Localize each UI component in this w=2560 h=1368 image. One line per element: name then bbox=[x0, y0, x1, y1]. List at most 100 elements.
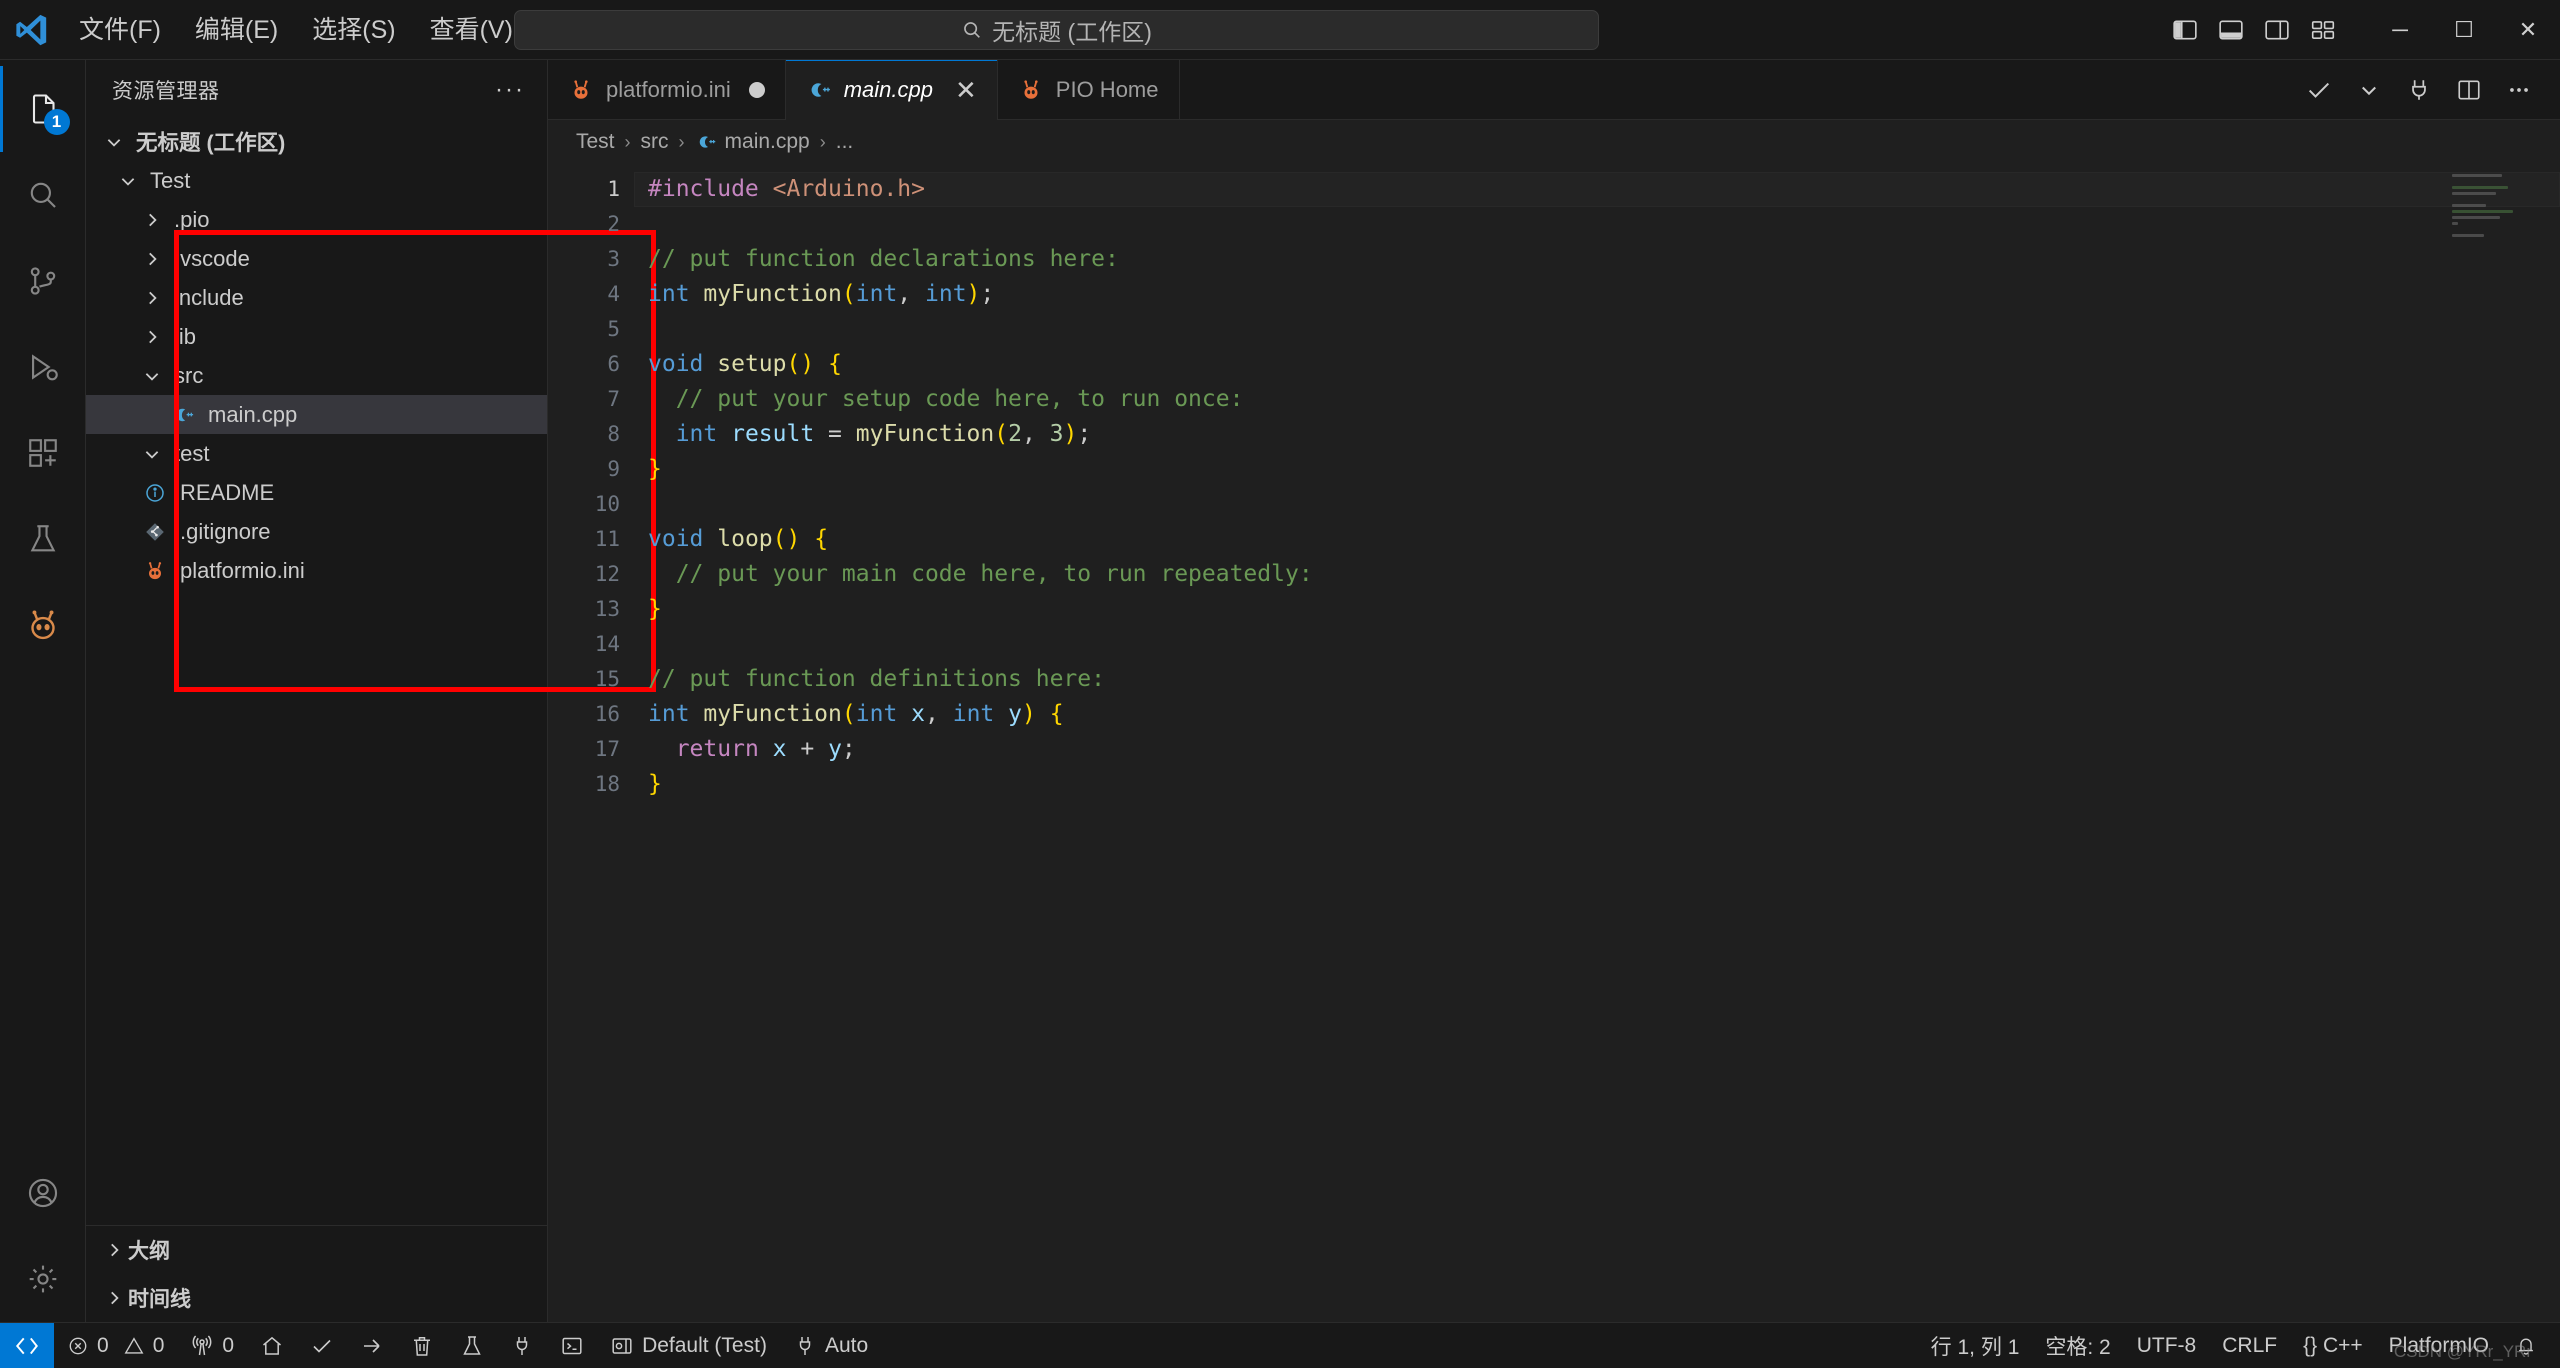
code-line[interactable]: // put your setup code here, to run once… bbox=[634, 382, 2560, 417]
sidebar-section-timeline[interactable]: 时间线 bbox=[86, 1274, 547, 1322]
menu-view[interactable]: 查看(V) bbox=[413, 9, 530, 51]
toggle-primary-sidebar-icon[interactable] bbox=[2162, 10, 2208, 50]
code-line[interactable]: int result = myFunction(2, 3); bbox=[634, 417, 2560, 452]
sidebar-item-search[interactable] bbox=[0, 152, 86, 238]
toggle-panel-icon[interactable] bbox=[2208, 10, 2254, 50]
code-line[interactable]: void loop() { bbox=[634, 522, 2560, 557]
status-encoding[interactable]: UTF-8 bbox=[2124, 1323, 2210, 1368]
code-line[interactable] bbox=[634, 627, 2560, 662]
code-line[interactable]: // put your main code here, to run repea… bbox=[634, 557, 2560, 592]
minimap[interactable] bbox=[2452, 174, 2532, 254]
breadcrumb-item-symbol[interactable]: ... bbox=[836, 130, 854, 154]
code-token: 2 bbox=[1008, 421, 1022, 447]
breadcrumb-item-src[interactable]: src bbox=[641, 130, 669, 154]
breadcrumb-item-file[interactable]: main.cpp bbox=[725, 130, 810, 154]
status-pio-clean[interactable] bbox=[397, 1323, 447, 1368]
line-number: 12 bbox=[548, 557, 620, 592]
tree-item-test[interactable]: Test bbox=[86, 161, 547, 200]
status-pio-home[interactable] bbox=[247, 1323, 297, 1368]
code-line[interactable]: } bbox=[634, 452, 2560, 487]
code-line[interactable]: } bbox=[634, 767, 2560, 802]
code-line[interactable] bbox=[634, 207, 2560, 242]
tab-platformio-ini[interactable]: platformio.ini bbox=[548, 60, 786, 120]
tree-item-main-cpp[interactable]: main.cpp bbox=[86, 395, 547, 434]
sidebar-item-testing[interactable] bbox=[0, 496, 86, 582]
tree-item-vscode[interactable]: .vscode bbox=[86, 239, 547, 278]
sidebar-item-platformio[interactable] bbox=[0, 582, 86, 668]
sidebar-item-source-control[interactable] bbox=[0, 238, 86, 324]
check-icon[interactable] bbox=[2296, 67, 2342, 113]
code-editor[interactable]: 123456789101112131415161718 #include <Ar… bbox=[548, 164, 2560, 1322]
remote-window-icon[interactable] bbox=[0, 1323, 54, 1368]
sidebar-item-run-and-debug[interactable] bbox=[0, 324, 86, 410]
editor-scrollbar[interactable] bbox=[2540, 164, 2560, 1322]
code-line[interactable] bbox=[634, 312, 2560, 347]
accounts-icon[interactable] bbox=[0, 1150, 86, 1236]
tree-item-pio[interactable]: .pio bbox=[86, 200, 547, 239]
tab-pio-home[interactable]: PIO Home bbox=[998, 60, 1180, 120]
customize-layout-icon[interactable] bbox=[2300, 10, 2346, 50]
status-pio-new-terminal[interactable] bbox=[547, 1323, 597, 1368]
code-line[interactable]: // put function declarations here: bbox=[634, 242, 2560, 277]
status-pio-project-env[interactable]: Default (Test) bbox=[597, 1323, 780, 1368]
status-eol[interactable]: CRLF bbox=[2209, 1323, 2290, 1368]
code-line[interactable]: #include <Arduino.h> bbox=[634, 172, 2560, 207]
code-line[interactable]: void setup() { bbox=[634, 347, 2560, 382]
status-pio-build[interactable] bbox=[297, 1323, 347, 1368]
menu-select[interactable]: 选择(S) bbox=[295, 9, 412, 51]
line-number: 10 bbox=[548, 487, 620, 522]
toggle-secondary-sidebar-icon[interactable] bbox=[2254, 10, 2300, 50]
status-ports[interactable]: 0 bbox=[177, 1323, 247, 1368]
code-token: { bbox=[1050, 701, 1064, 727]
tree-item-include[interactable]: include bbox=[86, 278, 547, 317]
status-pio-serial-monitor[interactable] bbox=[497, 1323, 547, 1368]
code-line[interactable]: int myFunction(int, int); bbox=[634, 277, 2560, 312]
plug-icon[interactable] bbox=[2396, 67, 2442, 113]
status-pio-upload[interactable] bbox=[347, 1323, 397, 1368]
code-content[interactable]: #include <Arduino.h> // put function dec… bbox=[634, 164, 2560, 1322]
code-token: // put function declarations here: bbox=[648, 246, 1119, 272]
command-center-search[interactable]: 无标题 (工作区) bbox=[514, 10, 1599, 50]
code-token bbox=[759, 736, 773, 762]
sidebar-item-extensions[interactable] bbox=[0, 410, 86, 496]
tree-item-lib[interactable]: lib bbox=[86, 317, 547, 356]
status-problems[interactable]: 0 0 bbox=[54, 1323, 177, 1368]
code-line[interactable] bbox=[634, 487, 2560, 522]
chevron-down-icon[interactable] bbox=[2346, 67, 2392, 113]
chevron-right-icon bbox=[138, 211, 166, 229]
tree-item-readme[interactable]: README bbox=[86, 473, 547, 512]
sidebar-section-outline[interactable]: 大纲 bbox=[86, 1226, 547, 1274]
code-line[interactable]: int myFunction(int x, int y) { bbox=[634, 697, 2560, 732]
code-line[interactable]: return x + y; bbox=[634, 732, 2560, 767]
code-line[interactable]: // put function definitions here: bbox=[634, 662, 2560, 697]
status-pio-test[interactable] bbox=[447, 1323, 497, 1368]
status-indentation[interactable]: 空格: 2 bbox=[2032, 1323, 2123, 1368]
code-token: ( bbox=[842, 281, 856, 307]
status-cursor-position[interactable]: 行 1, 列 1 bbox=[1918, 1323, 2033, 1368]
window-close-button[interactable]: ✕ bbox=[2496, 0, 2560, 60]
sidebar-more-actions[interactable]: ··· bbox=[495, 76, 525, 104]
sidebar-bottom-sections: 大纲 时间线 bbox=[86, 1225, 547, 1322]
window-minimize-button[interactable]: ─ bbox=[2368, 0, 2432, 60]
ellipsis-icon[interactable] bbox=[2496, 67, 2542, 113]
menu-edit[interactable]: 编辑(E) bbox=[178, 9, 295, 51]
tree-item-platformio-ini[interactable]: platformio.ini bbox=[86, 551, 547, 590]
menu-file[interactable]: 文件(F) bbox=[62, 9, 178, 51]
tree-item-src[interactable]: src bbox=[86, 356, 547, 395]
sidebar-item-explorer[interactable]: 1 bbox=[0, 66, 86, 152]
gear-icon[interactable] bbox=[0, 1236, 86, 1322]
window-maximize-button[interactable]: ☐ bbox=[2432, 0, 2496, 60]
split-editor-icon[interactable] bbox=[2446, 67, 2492, 113]
close-icon[interactable]: ✕ bbox=[955, 77, 977, 103]
tab-dirty-indicator[interactable] bbox=[749, 82, 765, 98]
tree-item-workspace[interactable]: 无标题 (工作区) bbox=[86, 122, 547, 161]
status-pio-upload-port[interactable]: Auto bbox=[780, 1323, 881, 1368]
tab-main-cpp[interactable]: main.cpp ✕ bbox=[786, 60, 998, 120]
window-right-controls: ─ ☐ ✕ bbox=[2162, 0, 2560, 60]
breadcrumb-item-test[interactable]: Test bbox=[576, 130, 615, 154]
code-line[interactable]: } bbox=[634, 592, 2560, 627]
tree-item-test-folder[interactable]: test bbox=[86, 434, 547, 473]
tree-item-gitignore[interactable]: .gitignore bbox=[86, 512, 547, 551]
code-token: void bbox=[648, 526, 703, 552]
status-language-mode[interactable]: {} C++ bbox=[2290, 1323, 2376, 1368]
